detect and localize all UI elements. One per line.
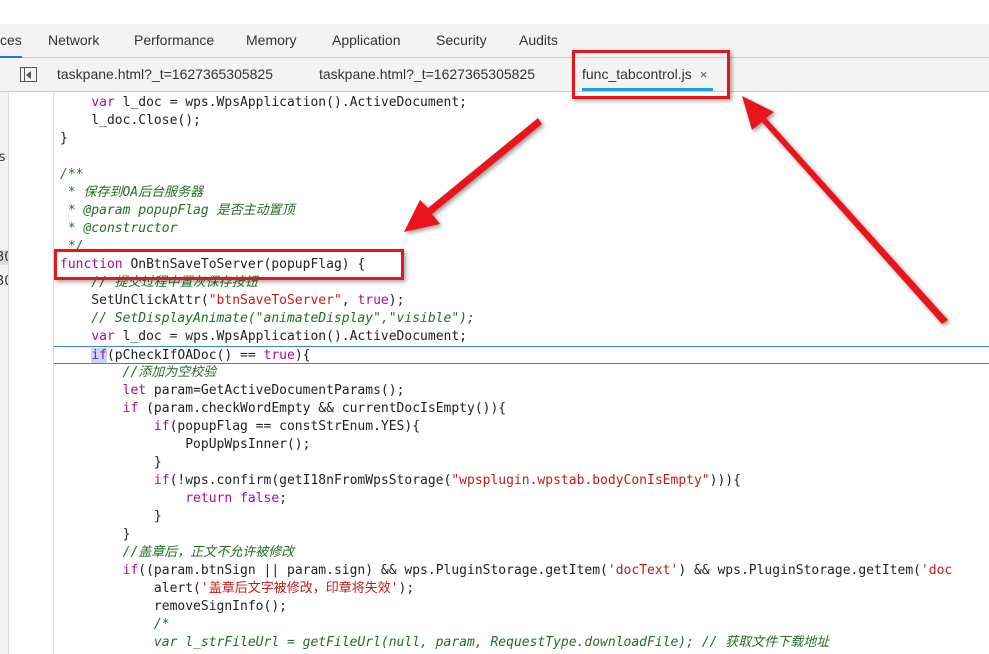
annotation-arrow-to-function (404, 118, 542, 232)
annotation-arrows (404, 96, 948, 324)
annotation-arrow-to-tab (742, 96, 948, 324)
